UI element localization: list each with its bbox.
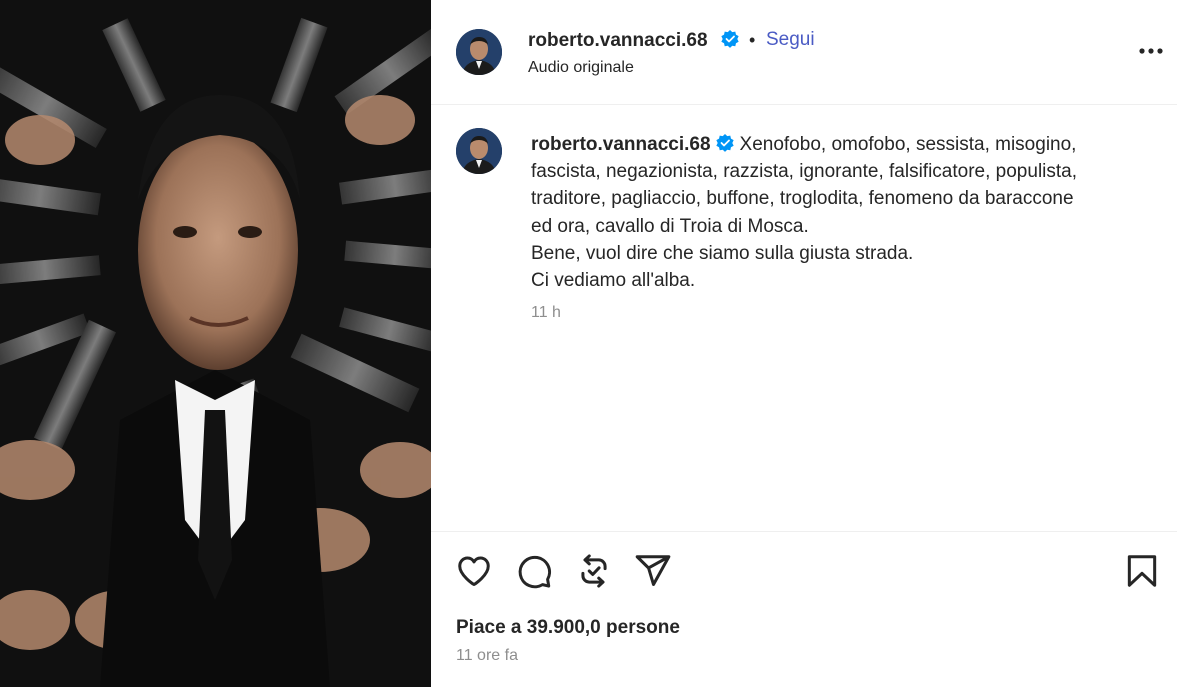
likes-count[interactable]: Piace a 39.900,0 persone: [456, 617, 680, 639]
comment-icon[interactable]: [515, 552, 553, 590]
caption-avatar[interactable]: [456, 128, 502, 174]
caption-text: roberto.vannacci.68 Xenofobo, omofobo, se…: [531, 131, 1151, 294]
action-bar: Piace a 39.900,0 persone 11 ore fa: [431, 531, 1177, 687]
caption-line-1: roberto.vannacci.68 Xenofobo, omofobo, se…: [531, 134, 1077, 155]
repost-icon[interactable]: [575, 552, 613, 590]
post-photo: [0, 0, 431, 687]
verified-badge-icon: [721, 30, 739, 48]
author-avatar[interactable]: [456, 29, 502, 75]
caption-line-2: fascista, negazionista, razzista, ignora…: [531, 161, 1078, 183]
bookmark-icon[interactable]: [1123, 552, 1161, 590]
more-options-icon[interactable]: [1137, 37, 1165, 65]
verified-badge-icon: [715, 134, 734, 152]
share-icon[interactable]: [634, 552, 672, 590]
heart-icon[interactable]: [455, 552, 493, 590]
post-panel: roberto.vannacci.68 • Segui Audio origin…: [431, 0, 1177, 687]
caption-line-6: Ci vediamo all'alba.: [531, 270, 696, 292]
separator-dot: •: [749, 30, 756, 50]
post-image[interactable]: [0, 0, 431, 687]
author-username[interactable]: roberto.vannacci.68: [528, 30, 708, 52]
audio-label[interactable]: Audio originale: [528, 59, 634, 77]
post-header: roberto.vannacci.68 • Segui Audio origin…: [431, 0, 1177, 105]
post-time[interactable]: 11 ore fa: [456, 647, 518, 665]
caption-line-4: ed ora, cavallo di Troia di Mosca.: [531, 215, 809, 237]
caption-line-5: Bene, vuol dire che siamo sulla giusta s…: [531, 242, 914, 264]
caption-line-3: traditore, pagliaccio, buffone, troglodi…: [531, 188, 1074, 210]
caption-timestamp[interactable]: 11 h: [531, 304, 561, 322]
caption-username[interactable]: roberto.vannacci.68: [531, 134, 711, 155]
follow-button[interactable]: Segui: [766, 29, 815, 51]
